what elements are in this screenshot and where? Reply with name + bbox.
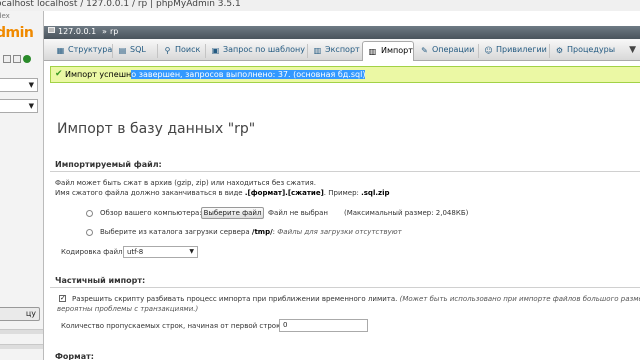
privileges-icon: ☺ [484,46,493,55]
left-scrollbar-2[interactable] [0,344,43,349]
procedures-icon: ⚙ [555,46,564,55]
structure-icon: ▦ [56,46,65,55]
window-title: localhost / 127.0.0.1 / rp | phpMyAdmin … [37,0,241,9]
tab-import[interactable]: ▥ Импорт [362,41,414,61]
partial-section-legend: Частичный импорт: [55,276,146,285]
window-title-bar: ocalhost localhost / 127.0.0.1 / rp | ph… [0,0,640,11]
upload-local-label: Обзор вашего компьютера: [100,209,202,217]
operations-icon: ✎ [421,46,428,55]
tab-operations[interactable]: ✎ Операции [418,41,474,61]
left-scrollbar[interactable] [0,329,43,334]
check-icon: ✔ [55,69,63,79]
breadcrumb-bar: 127.0.0.1 » rp [44,26,640,39]
chevron-down-icon: ▼ [28,102,34,110]
breadcrumb-separator: » [102,27,107,36]
max-size-text: (Максимальный размер: 2,048КБ) [344,209,469,217]
left-tab[interactable]: dex [0,11,43,23]
success-message: ✔ Импорт успешно завершен, запросов выпо… [50,66,640,83]
reload-icon[interactable] [23,54,31,63]
skip-rows-input[interactable]: 0 [279,319,368,332]
url-fragment: ocalhost [0,0,34,9]
tab-query[interactable]: ▣ Запрос по шаблону [209,41,305,61]
encoding-select[interactable]: utf-8 ▼ [123,246,198,258]
page-title: Импорт в базу данных "rp" [57,121,256,137]
sql-icon: ▤ [118,46,127,55]
skip-rows-label: Количество пропускаемых строк, начиная о… [61,322,288,330]
database-select[interactable]: ▼ [0,99,38,113]
tab-sql[interactable]: ▤ SQL [116,41,146,61]
file-section-legend: Импортируемый файл: [55,160,162,169]
breadcrumb-server[interactable]: 127.0.0.1 [58,27,96,36]
radio-upload-local[interactable] [86,210,93,217]
query-icon: ▣ [211,46,220,55]
compression-note: Файл может быть сжат в архив (gzip, zip)… [55,179,316,187]
nav-icon-row [3,54,43,64]
allow-interrupt-label: Разрешить скрипту разбивать процесс импо… [72,295,640,303]
divider [50,287,640,288]
tab-structure[interactable]: ▦ Структура [54,41,113,61]
divider [50,171,640,172]
chevron-down-icon: ▼ [28,81,34,89]
search-icon: ⚲ [164,46,171,55]
tab-procedures[interactable]: ⚙ Процедуры [553,41,615,61]
export-icon: ▥ [313,46,322,55]
tab-export[interactable]: ▥ Экспорт [311,41,360,61]
message-selected: о завершен, запросов выполнено: 37. (осн… [131,70,366,79]
upload-server-label: Выберите из каталога загрузки сервера /t… [100,228,402,236]
allow-interrupt-note: вероятны проблемы с транзакциями.) [57,305,199,313]
left-button[interactable]: цу [0,307,40,321]
more-tabs-icon[interactable]: ▼ [629,45,636,55]
radio-upload-server[interactable] [86,229,93,236]
server-select[interactable]: ▼ [0,78,38,92]
doc-icon[interactable] [13,54,21,63]
tab-search[interactable]: ⚲ Поиск [161,41,201,61]
choose-file-button[interactable]: Выберите файл [201,207,264,219]
encoding-label: Кодировка файла: [61,248,130,256]
tab-privileges[interactable]: ☺ Привилегии [482,41,547,61]
message-prefix: Импорт успешн [65,70,132,79]
server-icon [48,27,55,33]
breadcrumb-db[interactable]: rp [110,27,118,36]
no-file-text: Файл не выбран [268,209,328,217]
chevron-down-icon: ▼ [189,248,194,255]
format-section-legend: Формат: [55,352,94,360]
allow-interrupt-checkbox[interactable]: ✓ [59,295,66,302]
tab-bar: ▦ Структура ▤ SQL ⚲ Поиск ▣ Запрос по шаблон… [44,39,640,61]
home-icon[interactable] [3,54,11,63]
filename-note: Имя сжатого файла должно заканчиваться в… [55,189,390,197]
phpmyadmin-logo[interactable]: dmin [0,25,34,41]
left-navigation-pane: dex dmin ▼ ▼ цу [0,11,44,360]
import-icon: ▥ [368,47,377,56]
